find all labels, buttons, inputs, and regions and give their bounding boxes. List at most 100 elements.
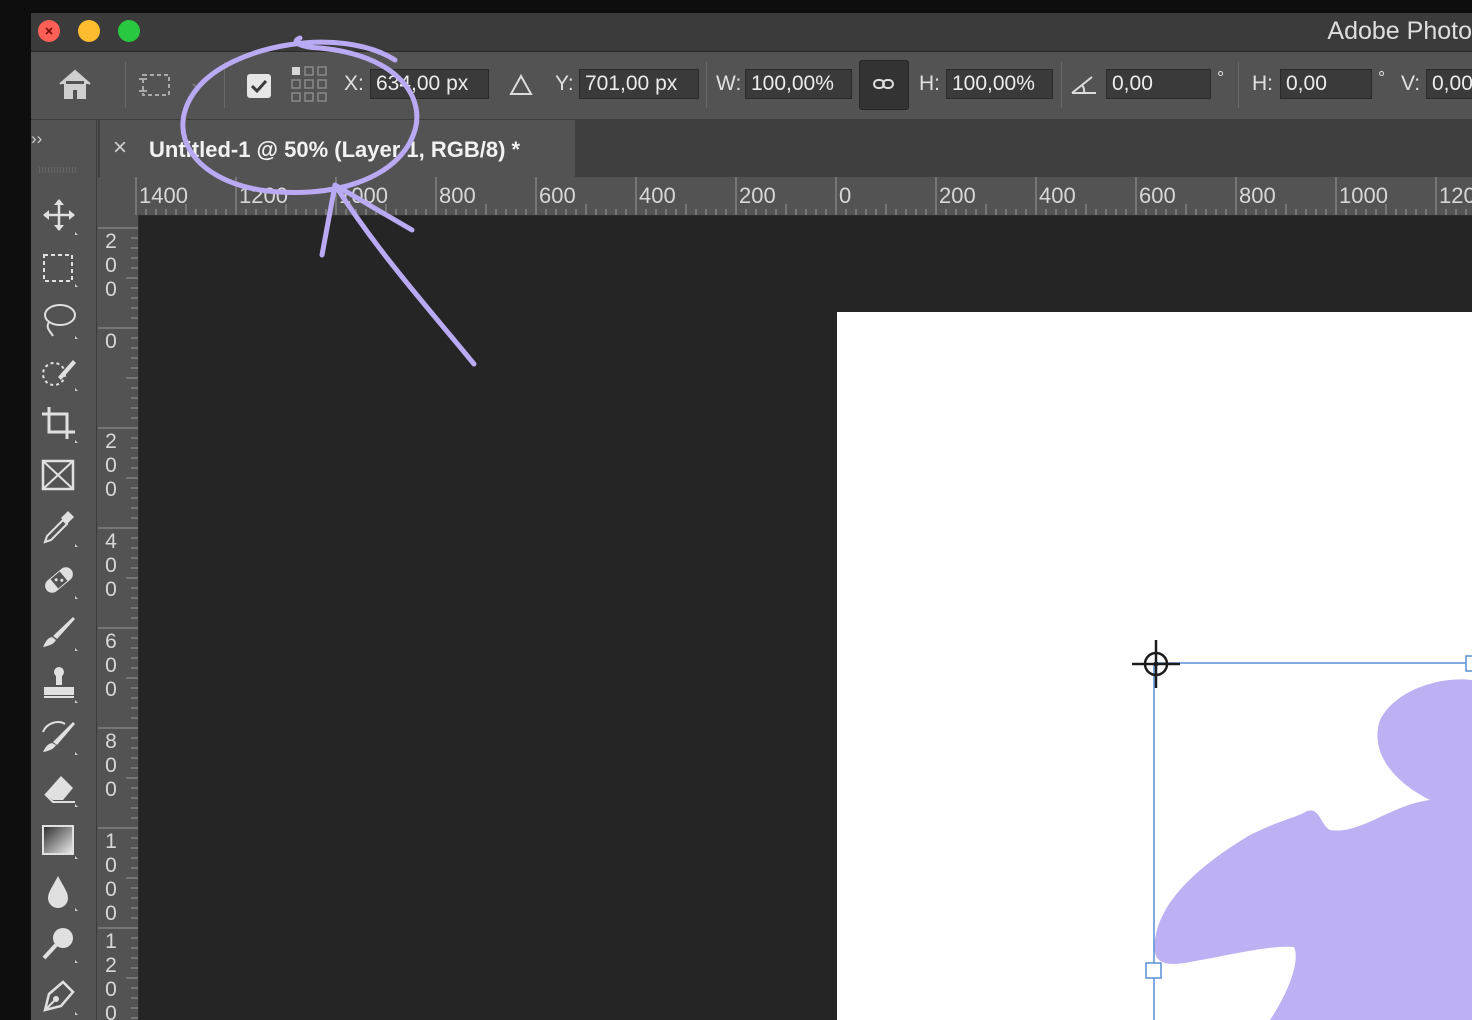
h-ruler-label: 400	[639, 183, 676, 208]
h-ruler-label: 200	[739, 183, 776, 208]
v-ruler-label: 1200	[105, 930, 117, 1020]
canvas-area[interactable]	[139, 216, 1472, 1020]
home-button[interactable]	[57, 67, 93, 106]
pen-tool[interactable]	[39, 976, 79, 1016]
lasso-icon	[44, 304, 78, 339]
link-icon	[873, 79, 894, 89]
gradient-tool[interactable]	[39, 820, 79, 860]
h-ruler-label: 120	[1439, 183, 1472, 208]
separator	[1238, 62, 1239, 108]
pen-nib-icon	[43, 980, 78, 1015]
app-title: Adobe Photo	[1327, 17, 1472, 45]
skew-h-label: H:	[1252, 72, 1273, 95]
brush-tool[interactable]	[39, 612, 79, 652]
horizontal-ruler: 1400 1200 1000 800 600 400 200 0 200 400 600 800 100…	[98, 177, 1472, 216]
vertical-skew-field[interactable]: 0,00	[1426, 69, 1472, 99]
separator	[125, 62, 126, 108]
rectangular-marquee-icon	[43, 254, 78, 287]
stamp-icon	[44, 667, 78, 703]
v-ruler-label: 200	[105, 430, 117, 501]
close-tab-button[interactable]: ×	[113, 134, 127, 162]
maintain-aspect-ratio-button[interactable]	[859, 60, 909, 110]
close-icon	[45, 27, 53, 35]
chevron-down-icon	[192, 83, 204, 91]
rotation-angle-icon-wrap	[1070, 74, 1098, 101]
marquee-tool[interactable]	[39, 248, 79, 288]
v-ruler-label: 600	[105, 630, 117, 701]
crop-icon	[42, 407, 78, 443]
h-ruler-label: 1000	[1339, 183, 1388, 208]
move-tool[interactable]	[39, 196, 79, 236]
reference-point-grid[interactable]	[291, 66, 331, 111]
window-minimize-button[interactable]	[78, 20, 100, 42]
triangle-delta-icon	[509, 73, 533, 95]
relative-positioning-toggle[interactable]	[509, 73, 533, 101]
rotation-angle-field[interactable]: 0,00	[1106, 69, 1211, 99]
degree-symbol: °	[1217, 68, 1225, 88]
panel-grip[interactable]	[39, 160, 77, 173]
v-ruler-label: 0	[105, 330, 117, 353]
h-ruler-label: 1200	[239, 183, 288, 208]
photoshop-window: Adobe Photo X: 634,00 px Y: 701,00 px W:…	[31, 13, 1472, 1020]
move-icon	[43, 199, 78, 235]
bandage-icon	[45, 567, 78, 599]
h-ruler-label: 200	[939, 183, 976, 208]
healing-brush-tool[interactable]	[39, 560, 79, 600]
h-ruler-label: 600	[539, 183, 576, 208]
title-bar: Adobe Photo	[31, 13, 1472, 52]
separator	[1061, 62, 1062, 108]
h-ruler-label: 1000	[339, 183, 388, 208]
h-ruler-label: 400	[1039, 183, 1076, 208]
eraser-tool[interactable]	[39, 768, 79, 808]
width-percent-field[interactable]: 100,00%	[745, 69, 852, 99]
reference-point-checkbox[interactable]	[246, 73, 272, 104]
window-maximize-button[interactable]	[118, 20, 140, 42]
lasso-tool[interactable]	[39, 300, 79, 340]
document-tab[interactable]: × Untitled-1 @ 50% (Layer 1, RGB/8) *	[100, 120, 575, 182]
height-percent-field[interactable]: 100,00%	[946, 69, 1053, 99]
preset-dropdown-arrow[interactable]	[191, 79, 205, 97]
horizontal-skew-field[interactable]: 0,00	[1280, 69, 1372, 99]
gradient-icon	[42, 825, 78, 859]
collapse-panel-toggle[interactable]: ››	[31, 129, 42, 149]
options-bar: X: 634,00 px Y: 701,00 px W: 100,00% H: …	[31, 52, 1472, 120]
v-ruler-label: 200	[105, 230, 117, 301]
dodge-icon	[42, 928, 78, 963]
h-label: H:	[919, 72, 940, 95]
blur-tool[interactable]	[39, 872, 79, 912]
grip-icon	[39, 167, 77, 173]
separator	[706, 62, 707, 108]
clone-stamp-tool[interactable]	[39, 664, 79, 704]
w-label: W:	[716, 72, 742, 95]
quick-selection-icon	[42, 360, 78, 391]
home-icon	[59, 69, 91, 99]
x-position-field[interactable]: 634,00 px	[370, 69, 489, 99]
water-drop-icon	[48, 876, 78, 911]
h-ruler-label: 800	[1239, 183, 1276, 208]
tools-panel: ››	[31, 120, 97, 1020]
v-ruler-label: 800	[105, 730, 117, 801]
v-ruler-label: 1000	[105, 830, 117, 925]
eyedropper-tool[interactable]	[39, 508, 79, 548]
degree-symbol-2: °	[1378, 68, 1386, 88]
h-ruler-label: 600	[1139, 183, 1176, 208]
v-ruler-label: 400	[105, 530, 117, 601]
dodge-tool[interactable]	[39, 924, 79, 964]
x-label: X:	[344, 72, 364, 95]
history-brush-tool[interactable]	[39, 716, 79, 756]
eyedropper-icon	[43, 511, 78, 547]
quick-selection-tool[interactable]	[39, 352, 79, 392]
crop-tool[interactable]	[39, 404, 79, 444]
y-position-field[interactable]: 701,00 px	[579, 69, 699, 99]
document-canvas[interactable]	[837, 312, 1472, 1020]
history-brush-icon	[42, 721, 78, 755]
angle-icon	[1071, 76, 1096, 94]
eraser-icon	[44, 776, 78, 807]
transform-tool-preset[interactable]	[138, 70, 178, 105]
window-close-button[interactable]	[38, 20, 60, 42]
transform-preset-icon	[139, 74, 170, 96]
frame-icon	[41, 459, 75, 491]
brush-icon	[43, 617, 78, 651]
frame-tool[interactable]	[39, 456, 79, 496]
skew-v-label: V:	[1401, 72, 1421, 95]
